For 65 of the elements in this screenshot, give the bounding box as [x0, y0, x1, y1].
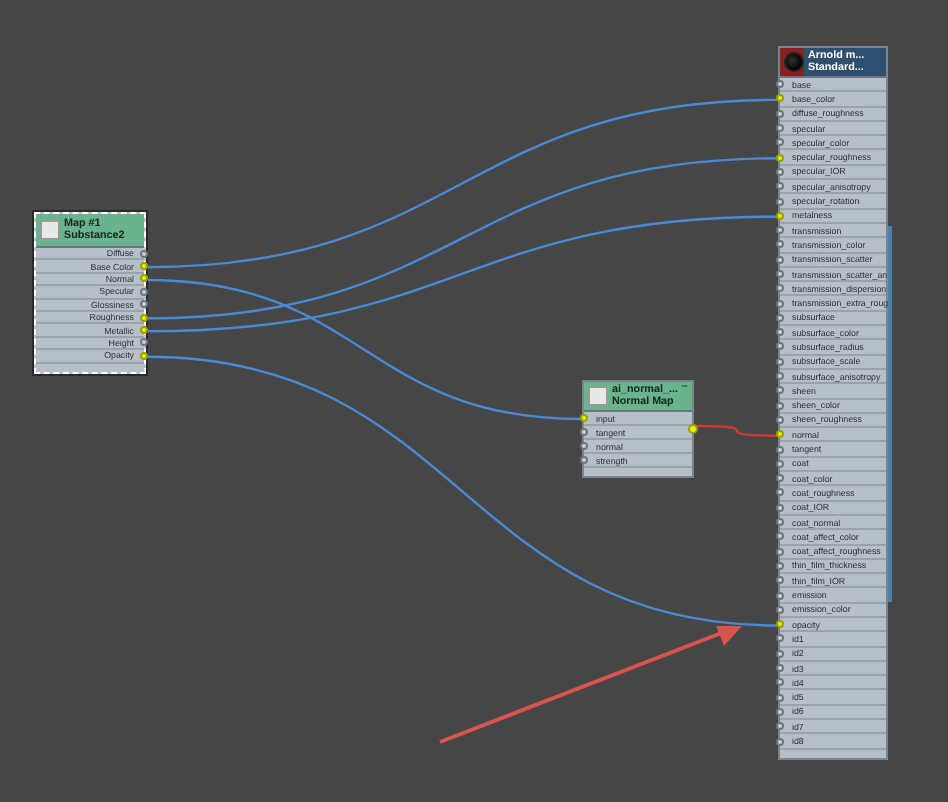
- port-socket[interactable]: [140, 249, 148, 258]
- port-socket[interactable]: [776, 445, 784, 454]
- map-thumbnail-icon: [588, 386, 608, 406]
- port-socket[interactable]: [776, 415, 784, 424]
- port-socket[interactable]: [140, 338, 148, 347]
- port-socket[interactable]: [776, 474, 784, 483]
- map-thumbnail-icon: [40, 220, 60, 240]
- port-socket[interactable]: [776, 124, 784, 133]
- port-socket[interactable]: [776, 270, 784, 278]
- port-socket[interactable]: [776, 722, 784, 731]
- port-socket[interactable]: [776, 620, 784, 629]
- port-socket[interactable]: [776, 80, 784, 89]
- port-socket[interactable]: [140, 287, 148, 296]
- port-socket[interactable]: [776, 401, 784, 410]
- port-socket[interactable]: [776, 313, 784, 322]
- port-socket[interactable]: [776, 547, 784, 556]
- port-socket[interactable]: [776, 284, 784, 293]
- port-socket[interactable]: [776, 197, 784, 206]
- port-socket[interactable]: [776, 153, 784, 162]
- node-card[interactable]: [778, 46, 888, 760]
- port-socket[interactable]: [776, 459, 784, 468]
- port-socket[interactable]: [580, 442, 588, 450]
- port-socket[interactable]: [776, 576, 784, 585]
- port-socket[interactable]: [776, 240, 784, 249]
- port-socket[interactable]: [140, 262, 148, 271]
- port-socket[interactable]: [776, 634, 784, 643]
- port-socket[interactable]: [776, 357, 784, 366]
- material-sphere-icon: [784, 52, 804, 72]
- port-socket[interactable]: [776, 94, 784, 103]
- port-socket[interactable]: [776, 678, 784, 687]
- port-socket[interactable]: [776, 518, 784, 527]
- port-socket[interactable]: [776, 707, 784, 716]
- port-socket[interactable]: [140, 326, 148, 335]
- port-socket[interactable]: [776, 737, 784, 745]
- port-socket[interactable]: [776, 386, 784, 395]
- port-socket[interactable]: [776, 109, 784, 118]
- port-socket[interactable]: [140, 313, 148, 322]
- port-socket[interactable]: [140, 351, 148, 360]
- port-socket[interactable]: [776, 138, 784, 147]
- port-socket[interactable]: [776, 299, 784, 308]
- port-socket[interactable]: [776, 372, 784, 381]
- port-socket[interactable]: [776, 693, 784, 702]
- port-socket[interactable]: [776, 664, 784, 673]
- port-socket[interactable]: [776, 503, 784, 512]
- port-socket[interactable]: [776, 561, 784, 570]
- port-socket[interactable]: [776, 430, 784, 439]
- port-socket[interactable]: [140, 274, 148, 283]
- port-socket[interactable]: [580, 428, 588, 436]
- port-socket[interactable]: [776, 605, 784, 614]
- output-socket[interactable]: [688, 424, 698, 434]
- port-socket[interactable]: [776, 226, 784, 235]
- port-socket[interactable]: [776, 167, 784, 176]
- port-socket[interactable]: [140, 300, 148, 309]
- port-socket[interactable]: [580, 456, 588, 464]
- port-socket[interactable]: [776, 182, 784, 191]
- port-socket[interactable]: [776, 211, 784, 220]
- port-socket[interactable]: [776, 591, 784, 600]
- port-socket[interactable]: [776, 255, 784, 264]
- port-socket[interactable]: [776, 488, 784, 497]
- scrollbar[interactable]: [888, 226, 892, 602]
- port-socket[interactable]: [580, 414, 588, 422]
- port-socket[interactable]: [776, 342, 784, 351]
- port-socket[interactable]: [776, 649, 784, 658]
- port-socket[interactable]: [776, 532, 784, 541]
- port-socket[interactable]: [776, 328, 784, 337]
